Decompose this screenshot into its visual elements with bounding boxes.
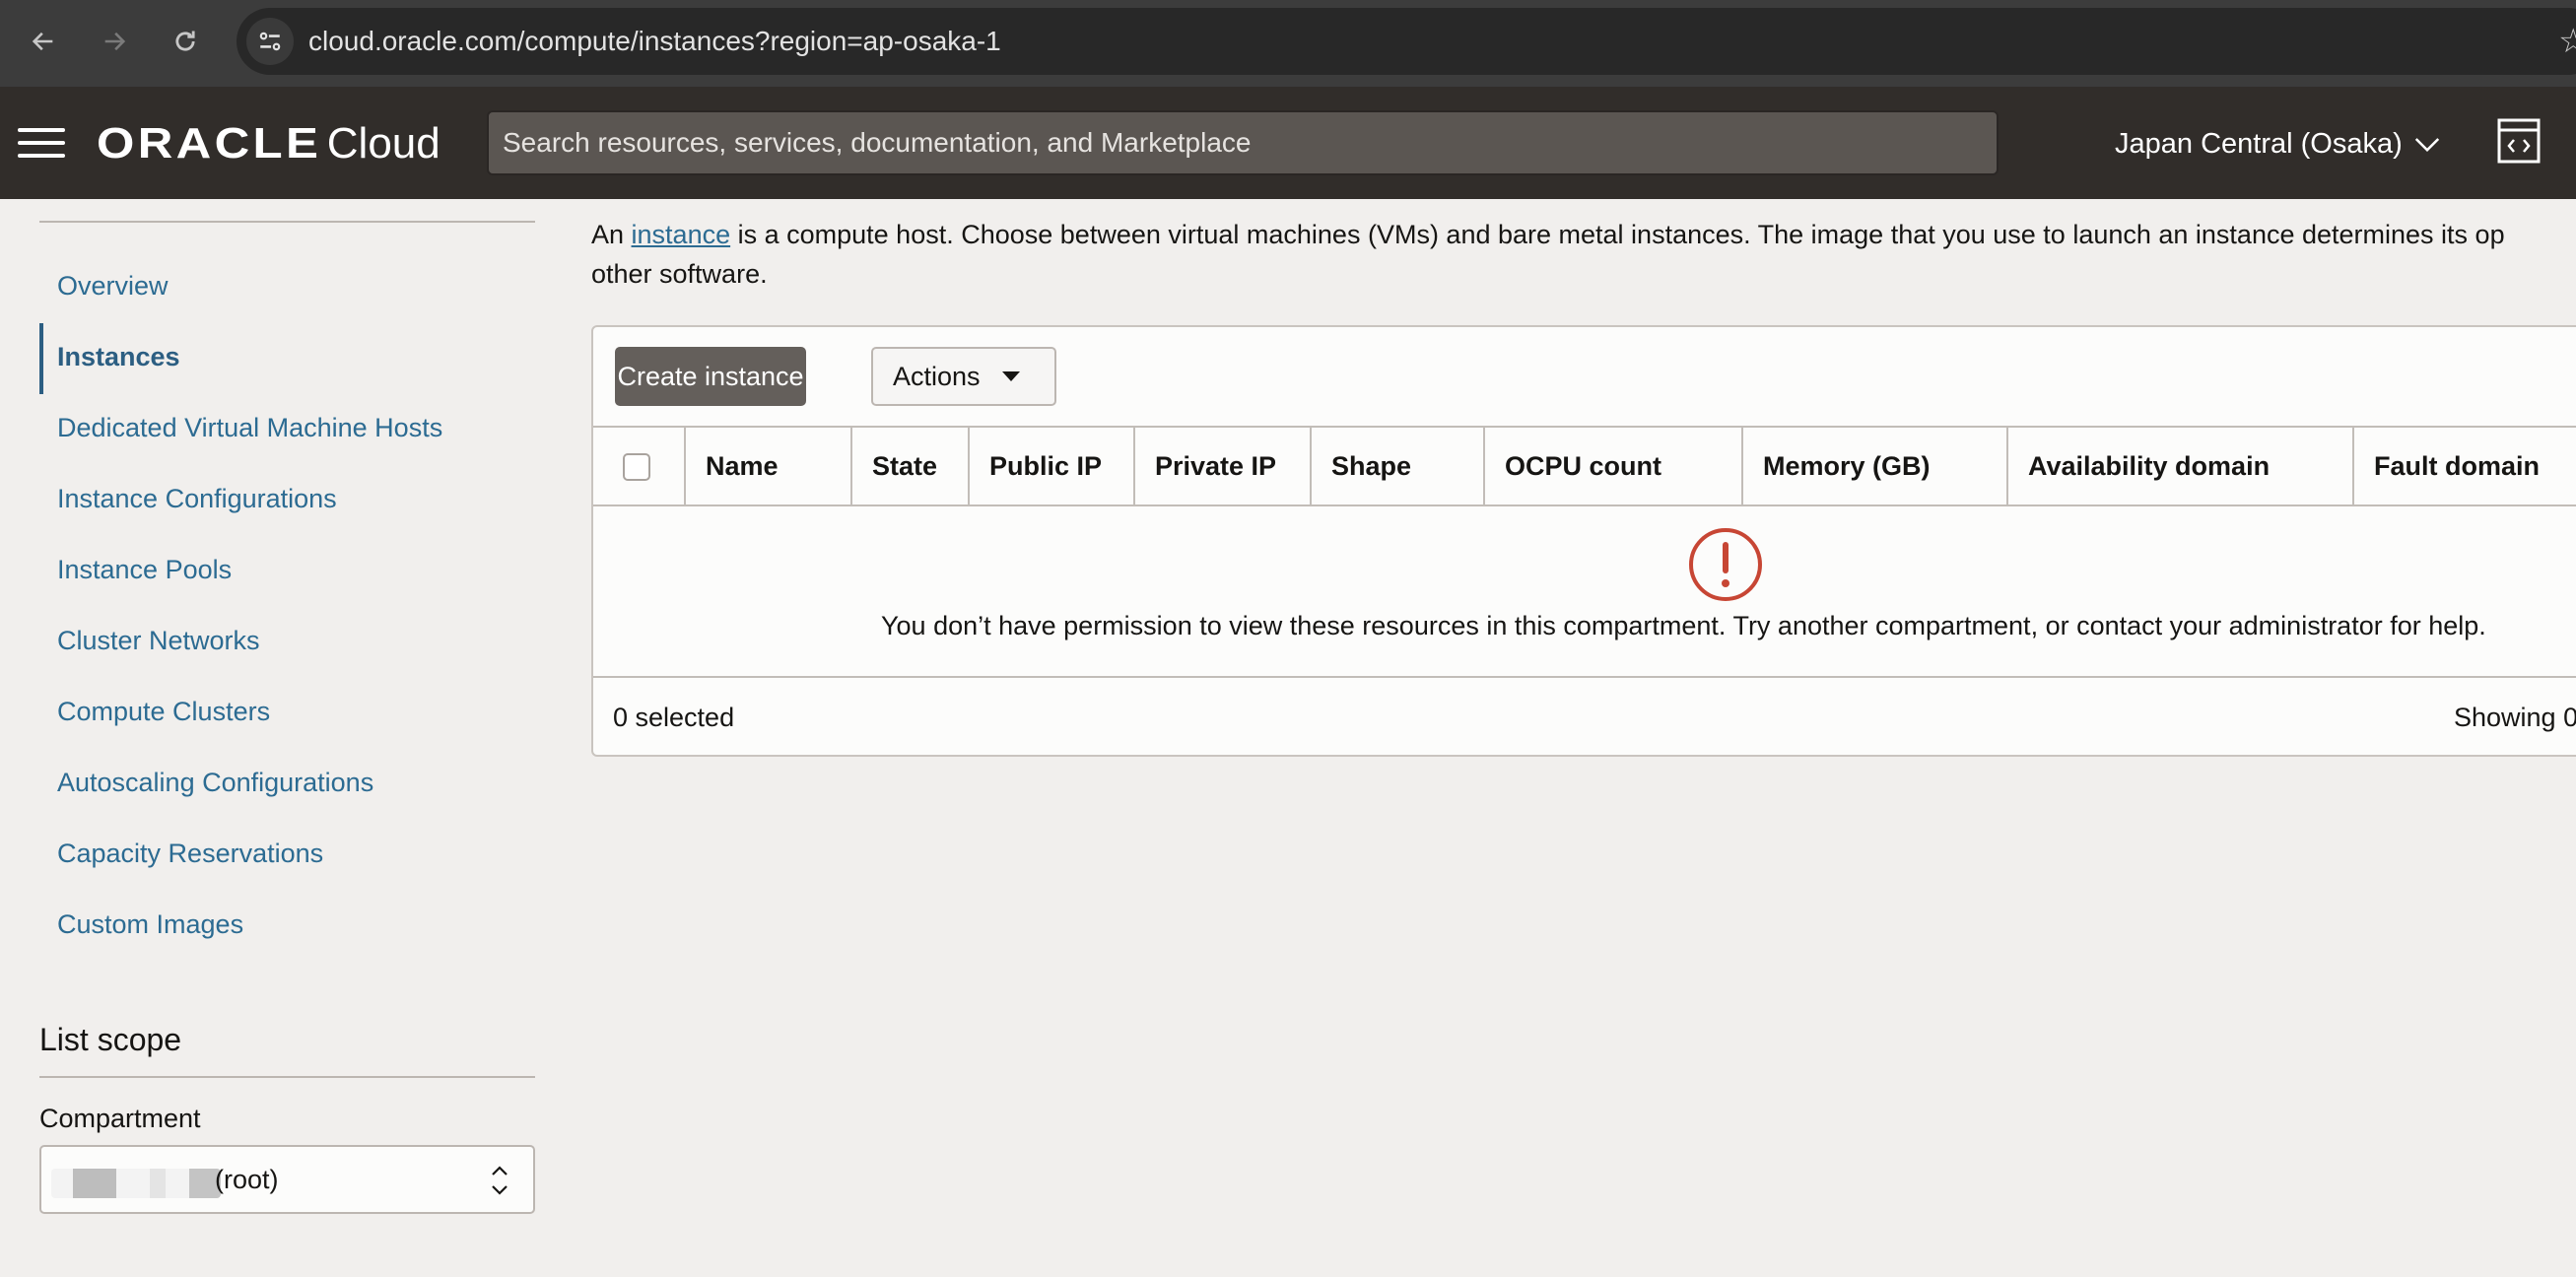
sidebar: Overview Instances Dedicated Virtual Mac… bbox=[0, 199, 552, 1277]
url-text[interactable]: cloud.oracle.com/compute/instances?regio… bbox=[308, 8, 1001, 75]
compartment-label: Compartment bbox=[39, 1104, 201, 1133]
description-text-rest: is a compute host. Choose between virtua… bbox=[730, 220, 2505, 249]
instance-link[interactable]: instance bbox=[632, 220, 731, 249]
column-header-availability-domain[interactable]: Availability domain bbox=[2008, 428, 2354, 504]
console-header: ORACLE Cloud Search resources, services,… bbox=[0, 87, 2576, 199]
sidebar-item-instance-configurations[interactable]: Instance Configurations bbox=[57, 479, 337, 518]
list-scope-heading: List scope bbox=[39, 1022, 182, 1057]
browser-toolbar: cloud.oracle.com/compute/instances?regio… bbox=[0, 0, 2576, 87]
sidebar-item-overview[interactable]: Overview bbox=[57, 266, 169, 305]
column-header-fault-domain[interactable]: Fault domain bbox=[2354, 428, 2576, 504]
showing-count: Showing 0 bbox=[2454, 703, 2576, 732]
column-header-state[interactable]: State bbox=[852, 428, 970, 504]
page-description: An instance is a compute host. Choose be… bbox=[591, 215, 2576, 294]
sidebar-item-capacity-reservations[interactable]: Capacity Reservations bbox=[57, 834, 323, 873]
sidebar-item-cluster-networks[interactable]: Cluster Networks bbox=[57, 621, 260, 660]
caret-down-icon bbox=[1001, 371, 1020, 381]
reload-button[interactable] bbox=[166, 22, 205, 61]
address-bar[interactable]: cloud.oracle.com/compute/instances?regio… bbox=[237, 8, 2576, 75]
create-instance-button[interactable]: Create instance bbox=[615, 347, 806, 406]
site-info-button[interactable] bbox=[246, 18, 294, 65]
sidebar-item-autoscaling-configurations[interactable]: Autoscaling Configurations bbox=[57, 763, 373, 802]
logo-brand: ORACLE bbox=[97, 119, 322, 168]
column-header-public-ip[interactable]: Public IP bbox=[970, 428, 1135, 504]
actions-label: Actions bbox=[893, 361, 981, 391]
region-label: Japan Central (Osaka) bbox=[2115, 127, 2403, 160]
instances-table-panel: Create instance Actions Name State Publi… bbox=[591, 325, 2576, 757]
forward-button[interactable] bbox=[95, 22, 134, 61]
column-header-private-ip[interactable]: Private IP bbox=[1135, 428, 1312, 504]
compartment-value: (root) bbox=[215, 1165, 279, 1194]
error-icon bbox=[1689, 528, 1762, 601]
tune-icon bbox=[259, 32, 281, 51]
sidebar-item-custom-images[interactable]: Custom Images bbox=[57, 905, 243, 944]
menu-icon[interactable] bbox=[18, 128, 65, 158]
logo-product: Cloud bbox=[326, 119, 441, 168]
chevron-up-down-icon bbox=[492, 1166, 508, 1195]
table-header: Name State Public IP Private IP Shape OC… bbox=[593, 426, 2576, 506]
arrow-left-icon bbox=[32, 32, 53, 51]
redacted-tenancy-name bbox=[51, 1169, 221, 1198]
active-indicator bbox=[39, 323, 43, 394]
search-input[interactable]: Search resources, services, documentatio… bbox=[487, 110, 1999, 175]
sidebar-item-compute-clusters[interactable]: Compute Clusters bbox=[57, 692, 270, 731]
permission-error-message: You don’t have permission to view these … bbox=[881, 611, 2486, 640]
selected-count: 0 selected bbox=[613, 703, 735, 732]
column-header-memory[interactable]: Memory (GB) bbox=[1743, 428, 2008, 504]
oracle-cloud-logo[interactable]: ORACLE Cloud bbox=[97, 116, 441, 171]
description-line-2: other software. bbox=[591, 259, 768, 289]
actions-menu-button[interactable]: Actions bbox=[871, 347, 1056, 406]
back-button[interactable] bbox=[24, 22, 63, 61]
scope-divider bbox=[39, 1076, 535, 1078]
column-header-ocpu-count[interactable]: OCPU count bbox=[1485, 428, 1743, 504]
compartment-select[interactable]: (root) bbox=[39, 1145, 535, 1214]
sidebar-item-instance-pools[interactable]: Instance Pools bbox=[57, 550, 232, 589]
code-editor-icon[interactable] bbox=[2497, 118, 2541, 164]
chevron-down-icon bbox=[2414, 138, 2439, 153]
reload-icon bbox=[175, 31, 195, 51]
arrow-right-icon bbox=[104, 32, 126, 51]
sidebar-divider bbox=[39, 221, 535, 223]
sidebar-item-instances[interactable]: Instances bbox=[57, 337, 180, 376]
select-all-checkbox[interactable] bbox=[623, 453, 650, 481]
description-text: An bbox=[591, 220, 632, 249]
empty-state: You don’t have permission to view these … bbox=[593, 506, 2576, 676]
column-header-name[interactable]: Name bbox=[686, 428, 852, 504]
sidebar-item-dedicated-vm-hosts[interactable]: Dedicated Virtual Machine Hosts bbox=[57, 408, 442, 447]
table-footer: 0 selected Showing 0 bbox=[593, 676, 2576, 757]
region-selector[interactable]: Japan Central (Osaka) bbox=[2115, 122, 2442, 166]
star-icon[interactable]: ☆ bbox=[2558, 22, 2576, 61]
search-placeholder: Search resources, services, documentatio… bbox=[503, 127, 1252, 158]
select-all-cell bbox=[593, 428, 686, 504]
column-header-shape[interactable]: Shape bbox=[1312, 428, 1485, 504]
